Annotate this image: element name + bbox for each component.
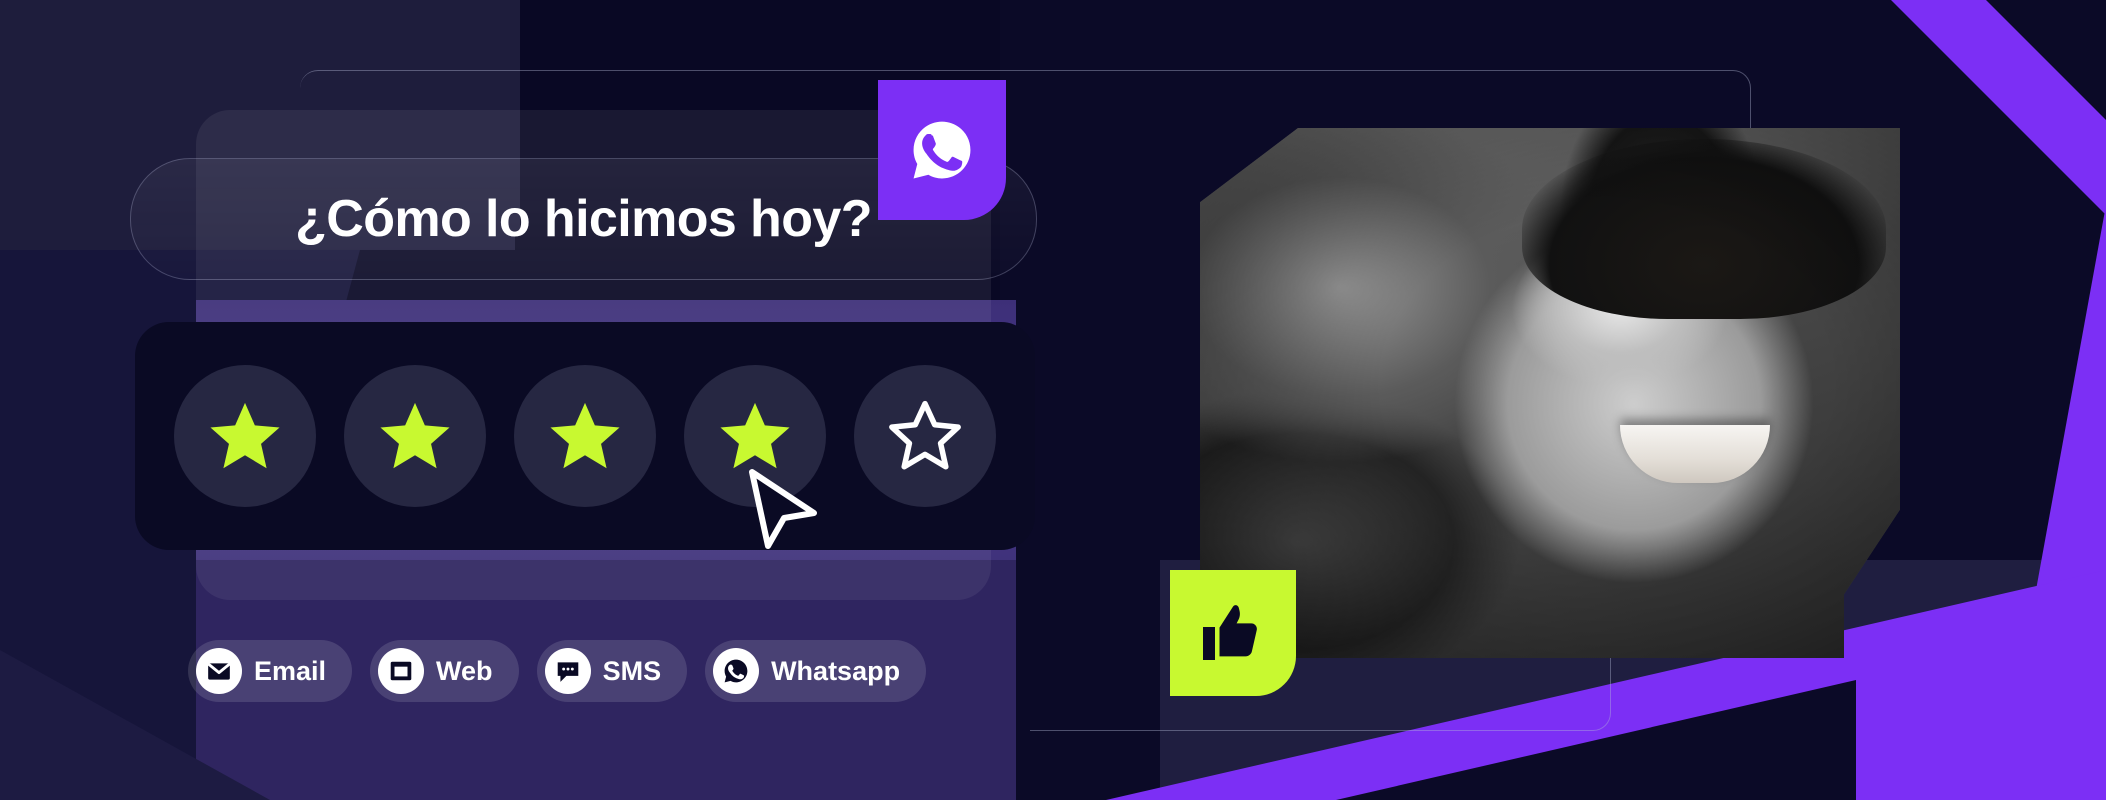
browser-window-icon: [378, 648, 425, 694]
star-filled-icon: [380, 402, 450, 468]
channel-chip-web[interactable]: Web: [370, 640, 519, 702]
star-filled-icon: [210, 402, 280, 468]
chat-bubble-icon: [544, 648, 591, 694]
star-filled-icon: [720, 402, 790, 468]
whatsapp-icon: [913, 121, 971, 179]
envelope-icon: [196, 648, 242, 694]
channel-chip-sms[interactable]: SMS: [536, 640, 688, 702]
channel-chip-email[interactable]: Email: [188, 640, 353, 702]
star-rating-2[interactable]: [344, 365, 486, 507]
star-rating-5[interactable]: [854, 365, 996, 507]
star-rating-card: [135, 322, 1035, 550]
channel-chip-label: Web: [436, 655, 493, 686]
channel-chip-whatsapp[interactable]: Whatsapp: [705, 640, 927, 702]
channel-chip-label: Email: [254, 655, 327, 686]
star-outline-icon: [889, 400, 961, 469]
thumbs-up-icon: [1203, 605, 1257, 660]
whatsapp-icon: [713, 648, 760, 694]
channel-chip-label: SMS: [602, 655, 662, 686]
hero-banner: ¿Cómo lo hicimos hoy? Email Web SMS What…: [0, 0, 2106, 800]
star-rating-3[interactable]: [514, 365, 656, 507]
page-title: ¿Cómo lo hicimos hoy?: [295, 190, 872, 248]
star-rating-1[interactable]: [174, 365, 316, 507]
star-filled-icon: [550, 402, 620, 468]
whatsapp-badge: [878, 80, 1006, 220]
channel-chip-label: Whatsapp: [771, 655, 901, 686]
channel-chip-list: Email Web SMS Whatsapp: [188, 640, 927, 702]
star-rating-4[interactable]: [684, 365, 826, 507]
customer-portrait-photo: [1200, 128, 1900, 658]
thumbs-up-badge: [1170, 570, 1296, 696]
portrait-vignette: [1200, 128, 1900, 658]
